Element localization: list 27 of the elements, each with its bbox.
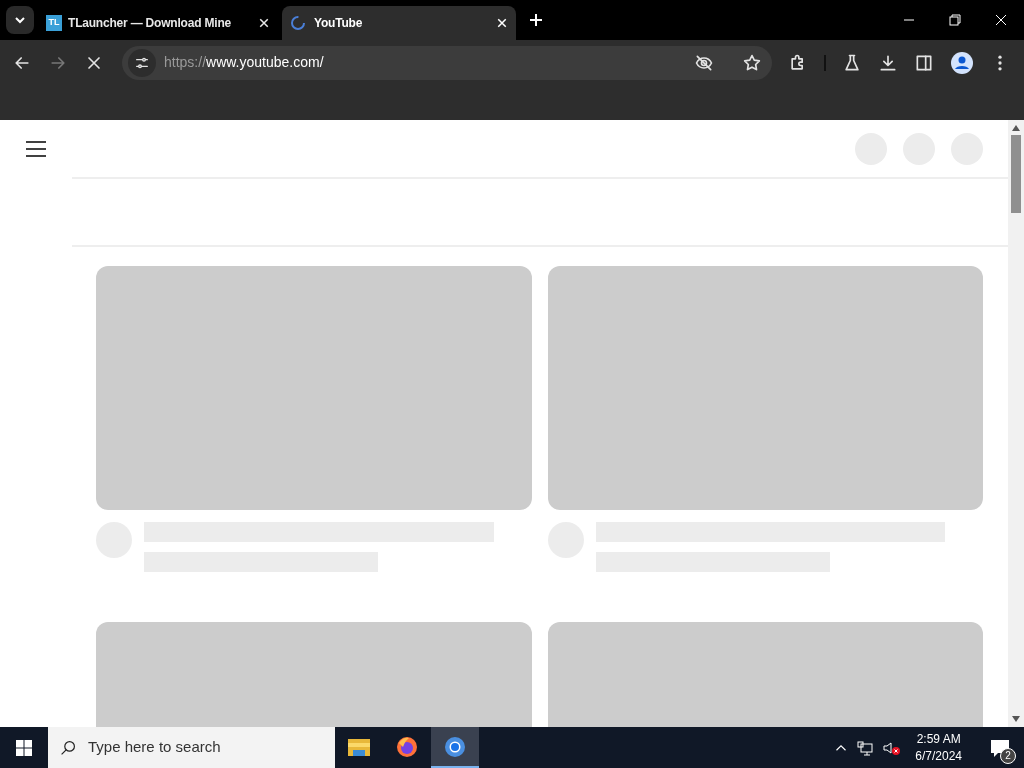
scrollbar-thumb[interactable]	[1011, 135, 1021, 213]
close-icon[interactable]	[258, 17, 270, 29]
browser-tab[interactable]: YouTube	[282, 6, 516, 40]
scroll-up-icon[interactable]	[1012, 125, 1020, 131]
windows-start-icon[interactable]	[16, 739, 32, 756]
clock[interactable]: 2:59 AM 6/7/2024	[911, 730, 966, 765]
speaker-muted-icon[interactable]	[883, 739, 902, 756]
taskbar-search-field[interactable]: Type here to search	[48, 727, 335, 768]
folder-icon	[347, 736, 371, 757]
profile-icon[interactable]	[950, 50, 974, 75]
star-icon[interactable]	[742, 52, 762, 73]
network-icon[interactable]	[857, 739, 874, 756]
tab-title: TLauncher — Download Mine	[68, 15, 232, 32]
chrome-icon	[443, 734, 467, 759]
flask-icon[interactable]	[842, 52, 862, 73]
tab-title: YouTube	[314, 15, 364, 32]
restore-icon[interactable]	[949, 14, 961, 26]
tab-favicon: TL	[46, 15, 62, 31]
scroll-down-icon[interactable]	[1012, 716, 1020, 722]
browser-tab[interactable]: TL TLauncher — Download Mine	[38, 6, 278, 40]
eye-off-icon[interactable]	[694, 52, 714, 73]
firefox-icon	[395, 734, 419, 759]
loading-icon	[290, 15, 306, 31]
search-icon	[60, 739, 76, 756]
tab-search-button[interactable]	[6, 6, 34, 34]
new-tab-icon[interactable]	[528, 12, 544, 28]
menu-icon[interactable]	[26, 140, 46, 157]
